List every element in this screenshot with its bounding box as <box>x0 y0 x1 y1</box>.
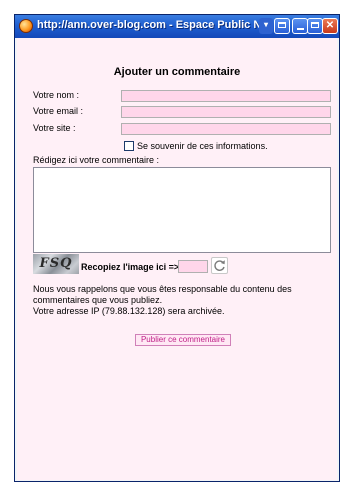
notice-line: Nous vous rappelons que vous êtes respon… <box>33 284 292 294</box>
publish-comment-button[interactable]: Publier ce commentaire <box>135 334 231 346</box>
refresh-icon <box>214 260 225 271</box>
captcha-refresh-button[interactable] <box>211 257 228 274</box>
notice-line: commentaires que vous publiez. <box>33 295 163 305</box>
site-label: Votre site : <box>33 123 76 133</box>
name-input[interactable] <box>121 90 331 102</box>
ip-notice-line: Votre adresse IP (79.88.132.128) sera ar… <box>33 306 225 316</box>
email-input[interactable] <box>121 106 331 118</box>
firefox-icon <box>19 19 33 33</box>
maximize-button[interactable] <box>307 18 323 34</box>
maximize-icon <box>311 22 319 28</box>
window-menu-button[interactable]: ▾ <box>259 18 273 34</box>
minimize-button[interactable] <box>292 18 308 34</box>
popup-window: http://ann.over-blog.com - Espace Public… <box>14 14 340 482</box>
title-bar[interactable]: http://ann.over-blog.com - Espace Public… <box>15 15 339 38</box>
restore-icon <box>278 22 286 28</box>
captcha-input[interactable] <box>178 260 208 273</box>
comment-form: Ajouter un commentaire Votre nom : Votre… <box>17 38 337 480</box>
restore-button[interactable] <box>274 18 290 34</box>
remember-checkbox[interactable] <box>124 141 134 151</box>
window-title: http://ann.over-blog.com - Espace Public… <box>37 19 269 31</box>
responsibility-notice: Nous vous rappelons que vous êtes respon… <box>33 284 333 317</box>
form-heading: Ajouter un commentaire <box>113 66 241 78</box>
name-label: Votre nom : <box>33 90 80 100</box>
minimize-icon <box>296 28 304 30</box>
comment-label: Rédigez ici votre commentaire : <box>33 155 160 165</box>
comment-textarea[interactable] <box>33 167 331 253</box>
remember-label: Se souvenir de ces informations. <box>137 141 268 151</box>
captcha-image: FSQ <box>33 254 79 274</box>
email-label: Votre email : <box>33 106 84 116</box>
site-input[interactable] <box>121 123 331 135</box>
captcha-label: Recopiez l'image ici => <box>81 262 180 272</box>
close-button[interactable]: ✕ <box>322 18 338 34</box>
